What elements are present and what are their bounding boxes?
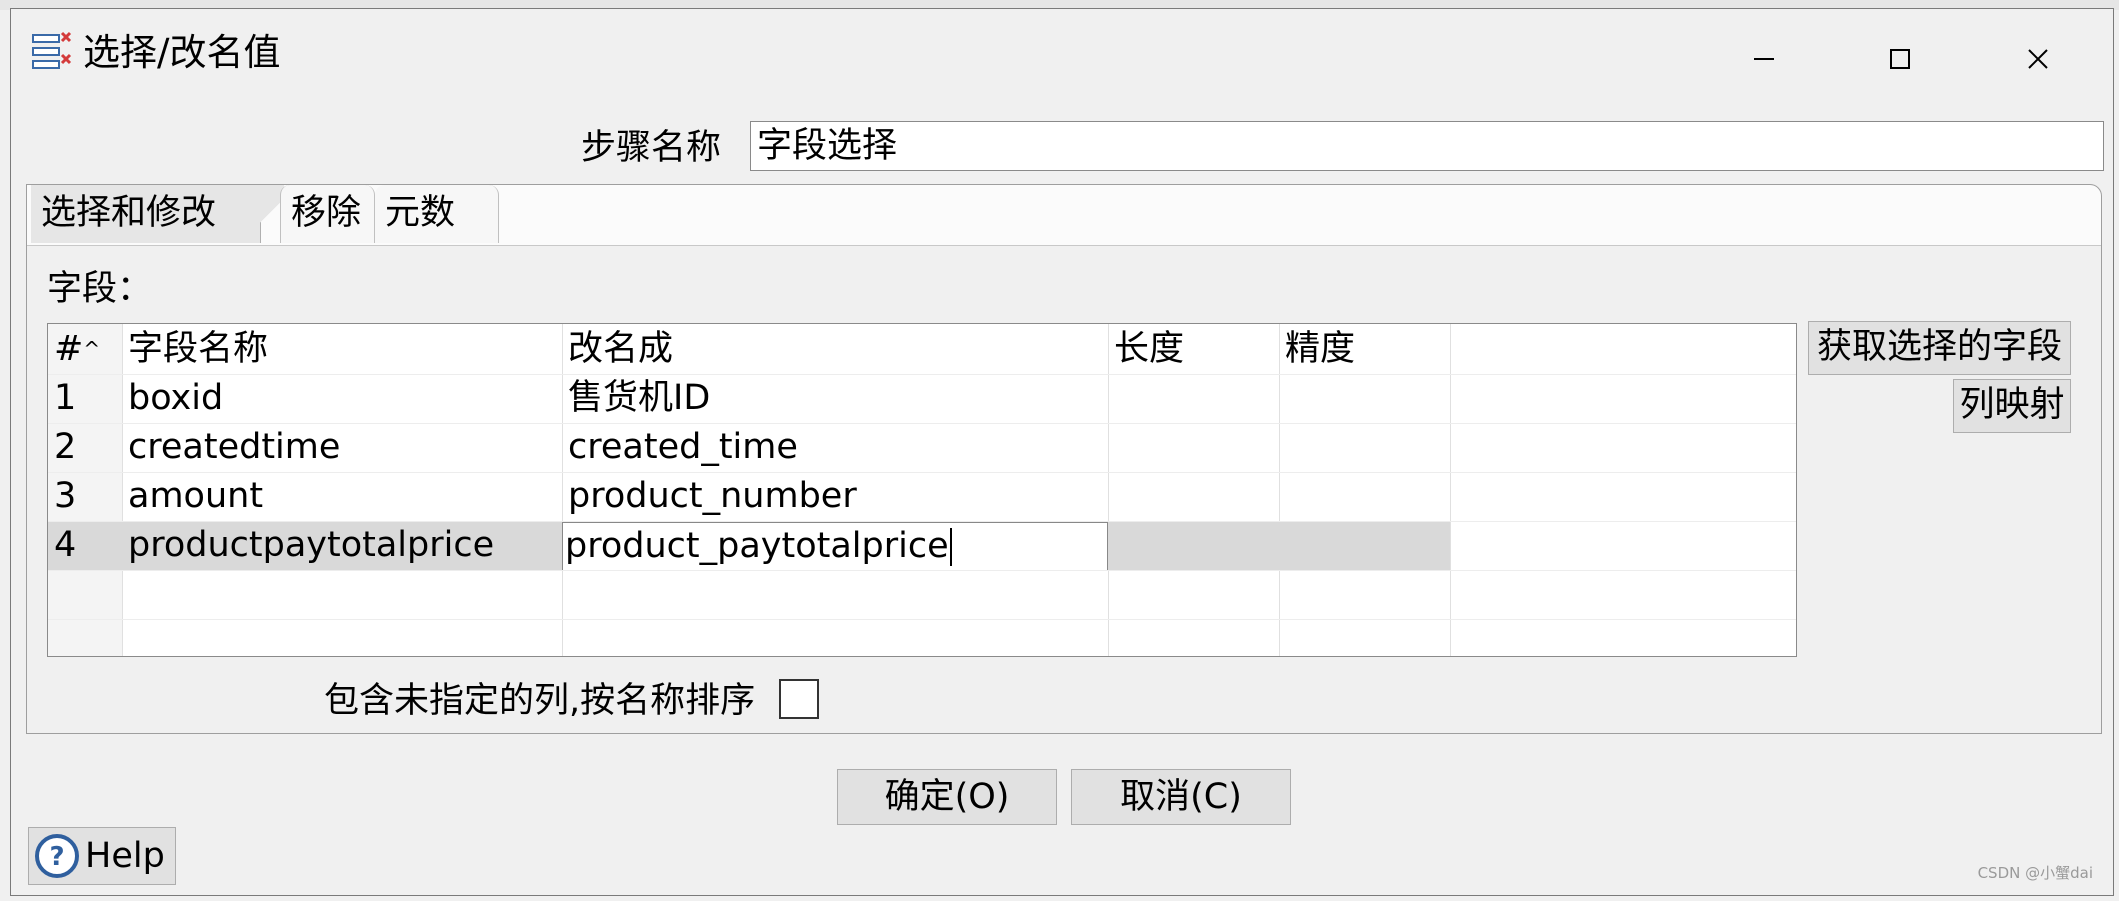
precision-cell[interactable]: [1279, 424, 1450, 473]
get-fields-button[interactable]: 获取选择的字段: [1808, 321, 2071, 375]
tab-remove[interactable]: 移除: [280, 185, 375, 243]
minimize-icon: [1754, 58, 1774, 60]
header-num-label: #: [54, 329, 84, 369]
header-field-name[interactable]: 字段名称: [122, 324, 562, 374]
column-mapping-button[interactable]: 列映射: [1953, 379, 2071, 433]
rename-cell-editor[interactable]: product_paytotalprice: [562, 522, 1108, 571]
watermark: CSDN @小蟹dai: [1977, 864, 2093, 882]
maximize-icon: [1890, 49, 1910, 69]
include-unspecified-checkbox[interactable]: [779, 679, 819, 719]
text-caret: [949, 528, 952, 566]
select-values-icon: [32, 31, 72, 69]
length-cell[interactable]: [1108, 522, 1279, 571]
close-button[interactable]: [2002, 23, 2074, 95]
table-row[interactable]: 1 boxid 售货机ID: [48, 374, 1796, 423]
header-precision[interactable]: 精度: [1279, 324, 1450, 374]
fields-table: #^ 字段名称 改名成 长度 精度 1 boxid 售货机ID 2 create…: [47, 323, 1797, 657]
field-name-cell[interactable]: createdtime: [122, 424, 562, 473]
header-num[interactable]: #^: [48, 324, 122, 374]
table-row[interactable]: 3 amount product_number: [48, 472, 1796, 521]
help-icon: ?: [35, 834, 79, 878]
header-length[interactable]: 长度: [1108, 324, 1279, 374]
dialog-window: 选择/改名值 步骤名称 字段选择 选择和修改 移除 元数据 字段：: [10, 8, 2114, 896]
svg-text:?: ?: [49, 842, 64, 872]
row-number: 3: [54, 476, 77, 516]
table-row-empty[interactable]: [48, 570, 1796, 619]
length-cell[interactable]: [1108, 375, 1279, 424]
include-unspecified-label: 包含未指定的列,按名称排序: [324, 681, 756, 721]
sort-up-icon: ^: [83, 337, 101, 361]
tab-container: 选择和修改 移除 元数据 字段： #^ 字段名称 改名成 长度 精度: [26, 184, 2102, 734]
length-cell[interactable]: [1108, 473, 1279, 522]
precision-cell[interactable]: [1279, 375, 1450, 424]
help-label: Help: [85, 836, 165, 876]
field-name-cell[interactable]: amount: [122, 473, 562, 522]
rename-cell[interactable]: created_time: [562, 424, 1108, 473]
tab-select-modify[interactable]: 选择和修改: [31, 185, 284, 243]
table-row-empty[interactable]: [48, 619, 1796, 656]
table-row-selected[interactable]: 4 productpaytotalprice product_paytotalp…: [48, 521, 1796, 571]
row-number: 4: [48, 522, 122, 571]
row-number: 1: [54, 378, 77, 418]
tab-metadata[interactable]: 元数据: [375, 185, 499, 289]
close-icon: [2028, 49, 2048, 69]
rename-cell-editor-text: product_paytotalprice: [565, 526, 949, 566]
minimize-button[interactable]: [1728, 23, 1800, 95]
precision-cell[interactable]: [1279, 473, 1450, 522]
fields-label: 字段：: [47, 269, 153, 309]
precision-cell[interactable]: [1279, 522, 1450, 571]
cancel-button[interactable]: 取消(C): [1071, 769, 1291, 825]
row-number: 2: [54, 427, 77, 467]
table-row[interactable]: 2 createdtime created_time: [48, 423, 1796, 472]
field-name-cell[interactable]: boxid: [122, 375, 562, 424]
title-bar: 选择/改名值: [11, 9, 2113, 95]
help-button[interactable]: ? Help: [28, 827, 176, 885]
header-rename[interactable]: 改名成: [562, 324, 1108, 374]
rename-cell[interactable]: product_number: [562, 473, 1108, 522]
tab-panel-select-modify: 字段： #^ 字段名称 改名成 长度 精度 1 boxid 售货机ID 2 cr…: [27, 245, 2101, 733]
rename-cell[interactable]: 售货机ID: [562, 375, 1108, 424]
window-title: 选择/改名值: [83, 31, 281, 74]
step-name-label: 步骤名称: [581, 128, 722, 168]
ok-button[interactable]: 确定(O): [837, 769, 1057, 825]
field-name-cell[interactable]: productpaytotalprice: [122, 522, 562, 571]
length-cell[interactable]: [1108, 424, 1279, 473]
step-name-input[interactable]: 字段选择: [750, 121, 2104, 171]
maximize-button[interactable]: [1864, 23, 1936, 95]
